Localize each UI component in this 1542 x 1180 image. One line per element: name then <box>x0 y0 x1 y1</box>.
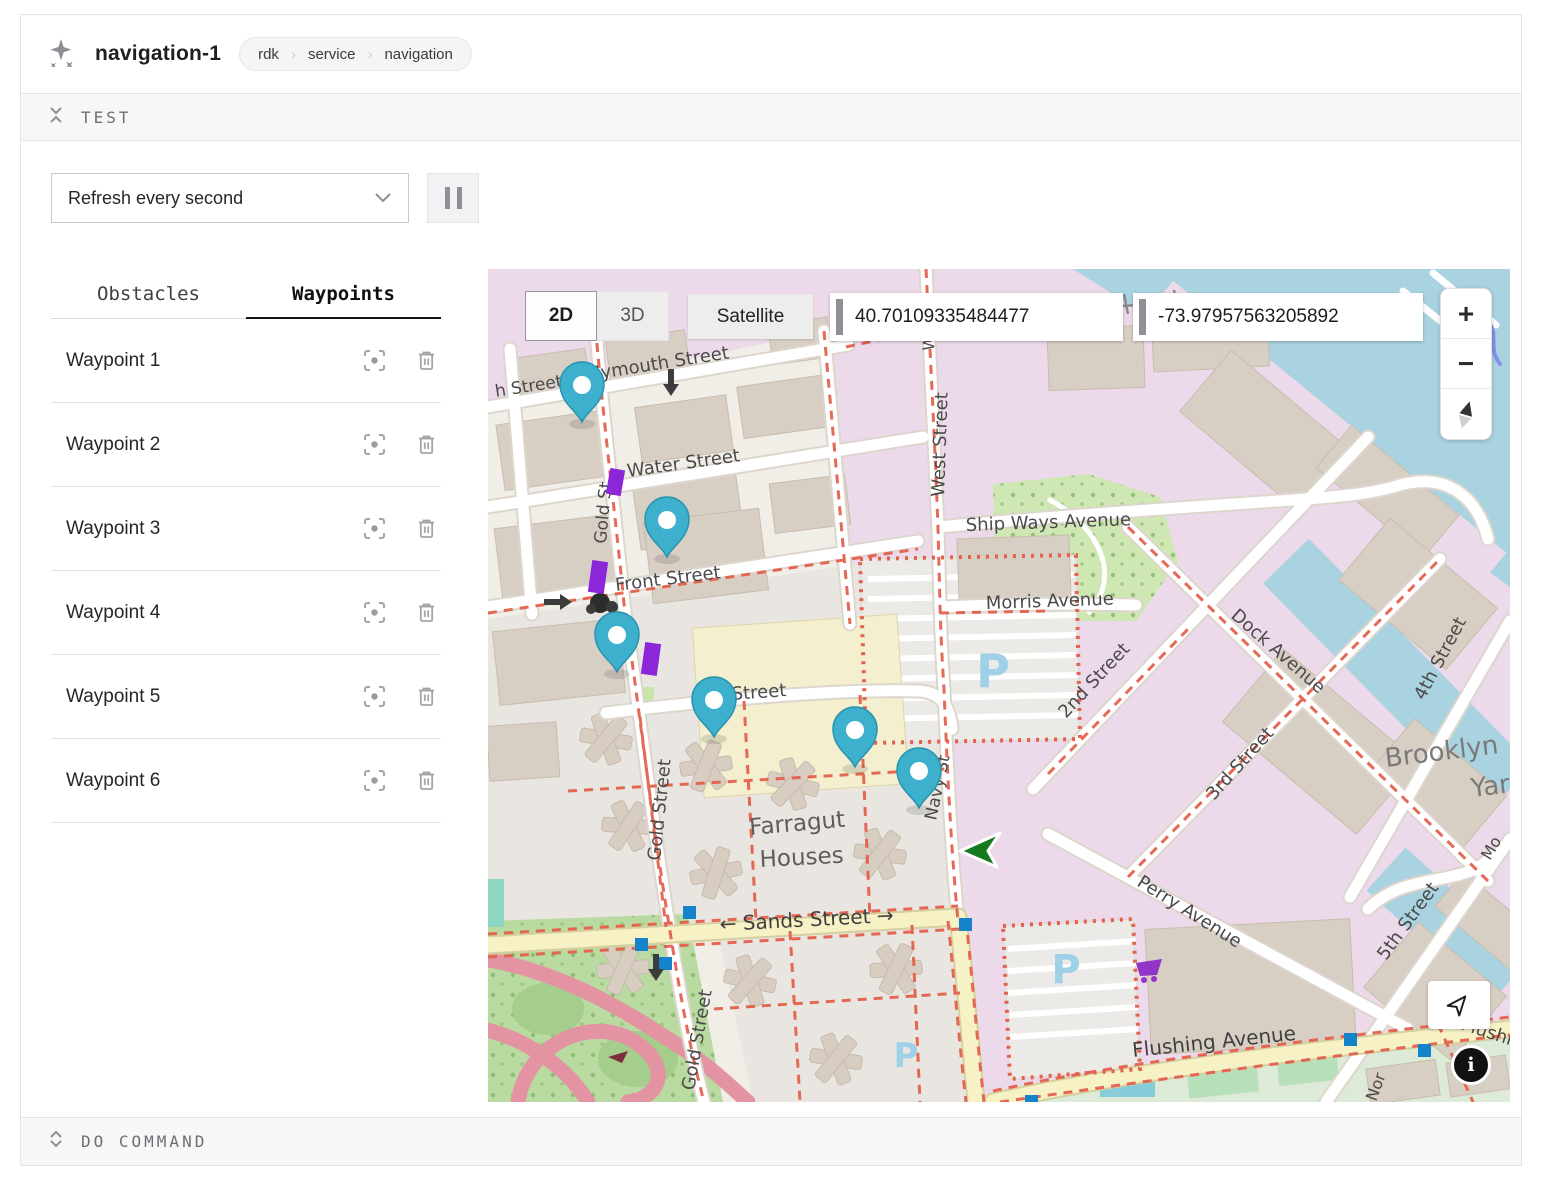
transit-marker <box>683 906 696 919</box>
waypoint-row: Waypoint 4 <box>51 571 441 655</box>
waypoint-label: Waypoint 1 <box>66 350 160 372</box>
do-command-label: DO COMMAND <box>81 1132 207 1151</box>
focus-icon <box>363 349 386 372</box>
longitude-field <box>1133 293 1423 341</box>
delete-waypoint-button[interactable] <box>416 601 437 624</box>
breadcrumb-item[interactable]: service <box>308 46 356 63</box>
waypoint-row: Waypoint 5 <box>51 655 441 739</box>
transit-marker <box>659 957 672 970</box>
do-command-section-bar[interactable]: DO COMMAND <box>21 1117 1521 1165</box>
waypoint-label: Waypoint 3 <box>66 518 160 540</box>
delete-waypoint-button[interactable] <box>416 769 437 792</box>
chevron-down-icon <box>374 192 392 204</box>
refresh-rate-value: Refresh every second <box>68 188 243 209</box>
map-mode-toggle: 2D 3D <box>525 291 669 341</box>
breadcrumb: rdk › service › navigation <box>239 37 472 71</box>
map-canvas[interactable]: h StreetPlymouth StreetWater StreetFront… <box>488 269 1510 1102</box>
focus-waypoint-button[interactable] <box>363 769 386 792</box>
waypoint-row: Waypoint 6 <box>51 739 441 823</box>
zoom-out-button[interactable]: − <box>1441 339 1491 389</box>
refresh-rate-select[interactable]: Refresh every second <box>51 173 409 223</box>
waypoint-row: Waypoint 2 <box>51 403 441 487</box>
map-2d-button[interactable]: 2D <box>525 291 597 341</box>
waypoint-list: Waypoint 1 Waypoint 2 <box>51 319 441 823</box>
compass-button[interactable] <box>1441 389 1491 439</box>
delete-waypoint-button[interactable] <box>416 685 437 708</box>
tab-bar: Obstacles Waypoints <box>51 269 441 319</box>
map-3d-button[interactable]: 3D <box>597 291 669 341</box>
latitude-field <box>830 293 1123 341</box>
focus-icon <box>363 769 386 792</box>
street-label: Yar <box>1468 769 1510 804</box>
latitude-input[interactable] <box>855 306 1123 328</box>
map-container[interactable]: h StreetPlymouth StreetWater StreetFront… <box>488 269 1510 1102</box>
delete-waypoint-button[interactable] <box>416 349 437 372</box>
panel-navigation-card: navigation-1 rdk › service › navigation TEST… <box>20 14 1522 1166</box>
street-label: West Street <box>928 392 953 497</box>
satellite-toggle-button[interactable]: Satellite <box>688 294 813 339</box>
map-zoom-control: + − <box>1440 288 1492 440</box>
trash-icon <box>416 769 437 792</box>
test-section-label: TEST <box>81 108 132 127</box>
pause-icon <box>445 187 450 209</box>
trash-icon <box>416 349 437 372</box>
waypoint-row: Waypoint 3 <box>51 487 441 571</box>
focus-icon <box>363 433 386 456</box>
collapse-icon <box>47 105 65 130</box>
longitude-input[interactable] <box>1158 306 1423 328</box>
waypoint-label: Waypoint 5 <box>66 686 160 708</box>
trash-icon <box>416 517 437 540</box>
test-section-bar[interactable]: TEST <box>21 93 1521 141</box>
info-icon: i <box>1454 1048 1488 1082</box>
longitude-accent-bar <box>1139 299 1146 335</box>
tab-waypoints[interactable]: Waypoints <box>246 269 441 319</box>
focus-waypoint-button[interactable] <box>363 433 386 456</box>
transit-marker <box>959 918 972 931</box>
pause-refresh-button[interactable] <box>427 173 479 223</box>
transit-marker <box>1344 1033 1357 1046</box>
sparkles-icon <box>47 37 77 72</box>
breadcrumb-separator: › <box>291 46 296 63</box>
navigation-arrow-icon <box>1446 991 1472 1017</box>
transit-marker <box>1418 1044 1431 1057</box>
street-label: Morris Avenue <box>985 589 1114 614</box>
focus-icon <box>363 685 386 708</box>
locate-robot-button[interactable] <box>1428 981 1490 1029</box>
compass-icon <box>1455 399 1477 429</box>
transit-marker <box>635 938 648 951</box>
street-label: Houses <box>759 843 844 873</box>
waypoint-row: Waypoint 1 <box>51 319 441 403</box>
delete-waypoint-button[interactable] <box>416 433 437 456</box>
delete-waypoint-button[interactable] <box>416 517 437 540</box>
expand-icon <box>47 1129 65 1154</box>
focus-waypoint-button[interactable] <box>363 517 386 540</box>
transit-marker <box>1025 1095 1038 1102</box>
waypoints-panel: Obstacles Waypoints Waypoint 1 <box>51 269 441 1102</box>
card-header: navigation-1 rdk › service › navigation <box>21 15 1521 93</box>
waypoint-label: Waypoint 6 <box>66 770 160 792</box>
parking-p-icon: P <box>976 644 1010 698</box>
focus-icon <box>363 517 386 540</box>
zoom-in-button[interactable]: + <box>1441 289 1491 339</box>
focus-waypoint-button[interactable] <box>363 349 386 372</box>
page-title: navigation-1 <box>95 42 221 66</box>
waypoint-label: Waypoint 4 <box>66 602 160 624</box>
focus-icon <box>363 601 386 624</box>
trash-icon <box>416 433 437 456</box>
trash-icon <box>416 685 437 708</box>
trash-icon <box>416 601 437 624</box>
focus-waypoint-button[interactable] <box>363 685 386 708</box>
breadcrumb-item[interactable]: rdk <box>258 46 279 63</box>
latitude-accent-bar <box>836 299 843 335</box>
parking-p-icon: P <box>894 1036 919 1076</box>
tab-obstacles[interactable]: Obstacles <box>51 269 246 319</box>
waypoint-label: Waypoint 2 <box>66 434 160 456</box>
focus-waypoint-button[interactable] <box>363 601 386 624</box>
map-attribution-button[interactable]: i <box>1451 1045 1491 1085</box>
pause-icon <box>457 187 462 209</box>
parking-p-icon: P <box>1051 947 1080 993</box>
breadcrumb-item[interactable]: navigation <box>384 46 452 63</box>
breadcrumb-separator: › <box>367 46 372 63</box>
